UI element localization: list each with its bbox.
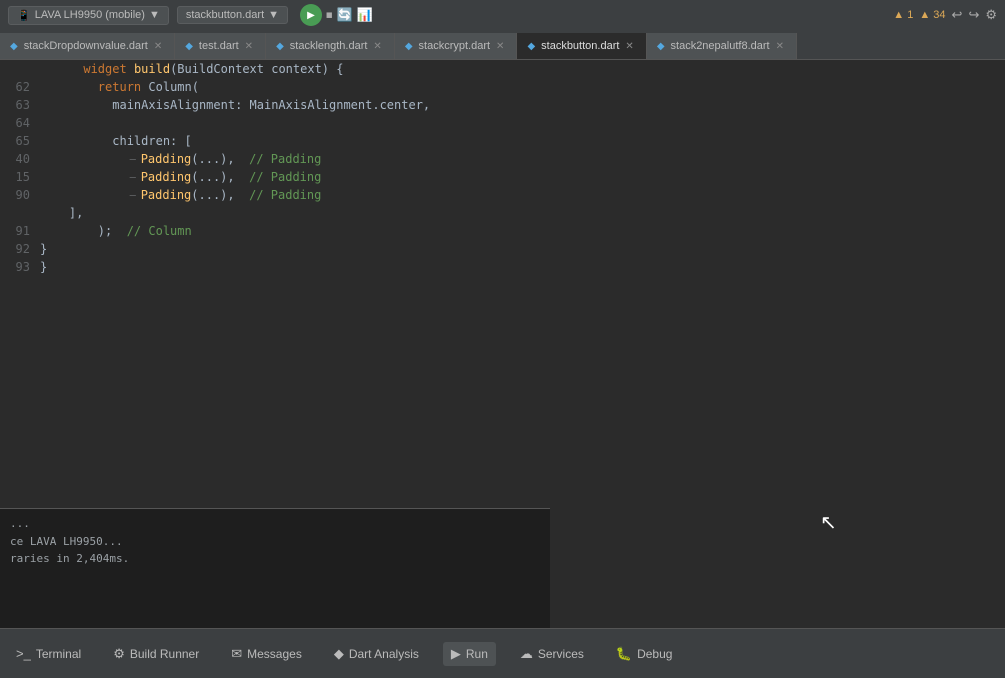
console-line-2: ce LAVA LH9950...: [10, 533, 540, 551]
tab-close-4[interactable]: ✕: [496, 41, 504, 52]
tab-messages[interactable]: ✉ Messages: [223, 642, 310, 666]
dart-icon: ◆: [10, 41, 18, 52]
run-tab-icon: ▶: [451, 646, 461, 662]
file-label: stackbutton.dart: [186, 9, 264, 21]
services-icon: ☁: [520, 646, 533, 662]
console-output: ... ce LAVA LH9950... raries in 2,404ms.: [0, 508, 550, 628]
terminal-label: Terminal: [36, 647, 81, 661]
messages-icon: ✉: [231, 646, 242, 662]
file-dropdown-arrow: ▼: [268, 9, 279, 21]
tab-stackcrypt[interactable]: ◆ stackcrypt.dart ✕: [395, 33, 518, 59]
top-bar-right: ▲ 1 ▲ 34 ↩ ↪ ⚙: [893, 7, 997, 23]
warning-count-2: ▲ 34: [919, 9, 945, 21]
phone-preview-area: DEBUG 5:29 PM 🔔 📶 📶 🔋 100% Flutter Demo …: [553, 30, 873, 670]
coverage-icon[interactable]: 📊: [357, 7, 373, 23]
console-line-1: ...: [10, 515, 540, 533]
code-line: 93 }: [0, 258, 550, 276]
device-label: LAVA LH9950 (mobile): [35, 9, 145, 21]
debug-label: Debug: [637, 647, 672, 661]
code-line: 91 ); // Column: [0, 222, 550, 240]
tab-run[interactable]: ▶ Run: [443, 642, 496, 666]
debug-icon: 🐛: [616, 646, 632, 662]
tab-services[interactable]: ☁ Services: [512, 642, 592, 666]
reload-icon[interactable]: 🔄: [337, 7, 353, 23]
tab-label: stackDropdownvalue.dart: [24, 40, 148, 52]
code-line: 63 mainAxisAlignment: MainAxisAlignment.…: [0, 96, 550, 114]
dart-icon-3: ◆: [276, 41, 284, 52]
tab-stacklength[interactable]: ◆ stacklength.dart ✕: [266, 33, 395, 59]
tab-debug[interactable]: 🐛 Debug: [608, 642, 681, 666]
device-selector[interactable]: 📱 LAVA LH9950 (mobile) ▼: [8, 6, 169, 25]
bottom-bar: >_ Terminal ⚙ Build Runner ✉ Messages ◆ …: [0, 628, 1005, 678]
settings-icon[interactable]: ⚙: [985, 7, 997, 23]
tab-stackdropdown[interactable]: ◆ stackDropdownvalue.dart ✕: [0, 33, 175, 59]
stop-icon[interactable]: ⏹: [326, 7, 333, 23]
tab-close[interactable]: ✕: [154, 41, 162, 52]
terminal-icon: >_: [16, 646, 31, 661]
dart-icon-5: ◆: [527, 41, 535, 52]
warning-count-1: ▲ 1: [893, 9, 913, 21]
tab-label-3: stacklength.dart: [290, 40, 368, 52]
tab-label-2: test.dart: [199, 40, 239, 52]
run-button[interactable]: ▶: [300, 4, 322, 26]
build-runner-label: Build Runner: [130, 647, 199, 661]
tab-build-runner[interactable]: ⚙ Build Runner: [105, 642, 207, 666]
tab-close-2[interactable]: ✕: [245, 41, 253, 52]
console-line-3: raries in 2,404ms.: [10, 550, 540, 568]
dart-analysis-label: Dart Analysis: [349, 647, 419, 661]
services-label: Services: [538, 647, 584, 661]
dart-analysis-icon: ◆: [334, 646, 344, 662]
dart-icon-4: ◆: [405, 41, 413, 52]
tab-dart-analysis[interactable]: ◆ Dart Analysis: [326, 642, 427, 666]
redo-icon[interactable]: ↪: [968, 7, 979, 23]
tab-test[interactable]: ◆ test.dart ✕: [175, 33, 266, 59]
messages-label: Messages: [247, 647, 302, 661]
phone-icon: 📱: [17, 9, 31, 22]
run-controls: ▶ ⏹ 🔄 📊: [300, 4, 373, 26]
tab-close-3[interactable]: ✕: [373, 41, 381, 52]
run-label: Run: [466, 647, 488, 661]
dart-icon-2: ◆: [185, 41, 193, 52]
code-line: 90 ─Padding(...), // Padding: [0, 186, 550, 204]
file-selector[interactable]: stackbutton.dart ▼: [177, 6, 288, 24]
tab-terminal[interactable]: >_ Terminal: [8, 642, 89, 665]
dropdown-arrow: ▼: [149, 9, 160, 21]
build-runner-icon: ⚙: [113, 646, 125, 662]
ide-top-bar: 📱 LAVA LH9950 (mobile) ▼ stackbutton.dar…: [0, 0, 1005, 30]
tab-label-4: stackcrypt.dart: [419, 40, 491, 52]
undo-icon[interactable]: ↩: [952, 7, 963, 23]
